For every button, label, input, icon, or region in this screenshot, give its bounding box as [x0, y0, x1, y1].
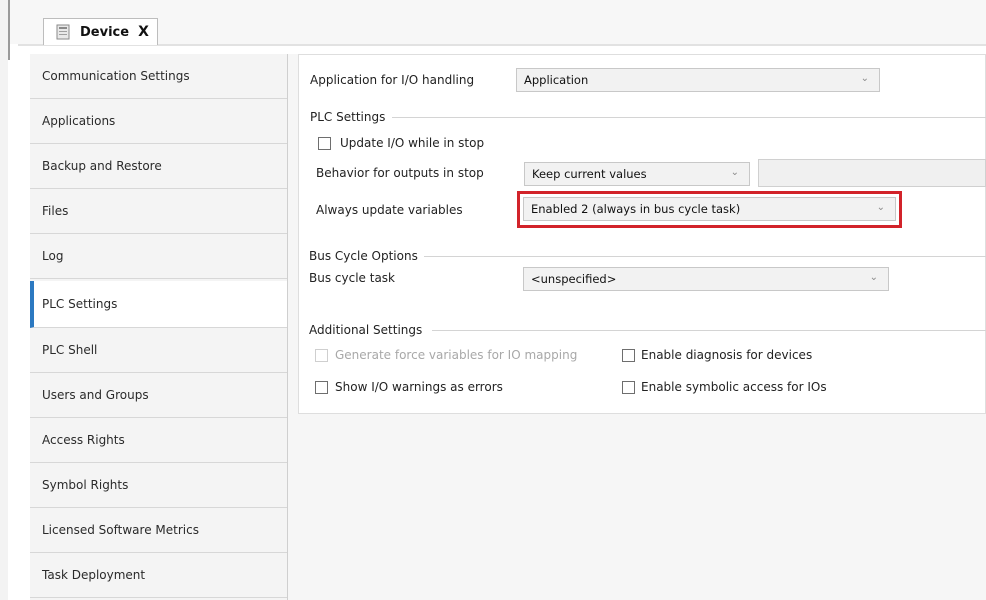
plc-settings-group-title: PLC Settings: [310, 110, 386, 124]
update-io-checkbox[interactable]: [318, 137, 331, 150]
nav-item-label: Licensed Software Metrics: [42, 523, 199, 537]
outputs-in-stop-dropdown[interactable]: Keep current values ⌄: [524, 162, 750, 186]
outputs-in-stop-label: Behavior for outputs in stop: [316, 166, 484, 180]
nav-item-label: Backup and Restore: [42, 159, 162, 173]
nav-item-applications[interactable]: Applications: [30, 99, 287, 144]
bus-cycle-task-label: Bus cycle task: [309, 271, 395, 285]
additional-group-line: [432, 330, 986, 331]
chevron-down-icon: ⌄: [869, 272, 878, 283]
nav-item-licensed-software-metrics[interactable]: Licensed Software Metrics: [30, 508, 287, 553]
io-warnings-label: Show I/O warnings as errors: [335, 380, 503, 394]
plc-settings-group-line: [392, 117, 986, 118]
chevron-down-icon: ⌄: [730, 167, 739, 178]
nav-item-backup-and-restore[interactable]: Backup and Restore: [30, 144, 287, 189]
force-vars-label: Generate force variables for IO mapping: [335, 348, 578, 362]
nav-item-label: Symbol Rights: [42, 478, 129, 492]
tab-device[interactable]: Device X: [43, 18, 158, 45]
bus-cycle-group-title: Bus Cycle Options: [309, 249, 418, 263]
nav-item-symbol-rights[interactable]: Symbol Rights: [30, 463, 287, 508]
nav-item-plc-shell[interactable]: PLC Shell: [30, 328, 287, 373]
nav-item-label: Users and Groups: [42, 388, 149, 402]
tab-close-icon[interactable]: X: [138, 24, 149, 40]
highlight-box: [517, 191, 902, 228]
bus-cycle-task-dropdown[interactable]: <unspecified> ⌄: [523, 267, 889, 291]
diagnosis-checkbox[interactable]: [622, 349, 635, 362]
symbolic-access-checkbox[interactable]: [622, 381, 635, 394]
nav-item-plc-settings[interactable]: PLC Settings: [30, 281, 287, 328]
nav-item-label: PLC Settings: [42, 297, 118, 311]
additional-group-title: Additional Settings: [309, 323, 423, 337]
diagnosis-label: Enable diagnosis for devices: [641, 348, 813, 362]
nav-item-task-deployment[interactable]: Task Deployment: [30, 553, 287, 598]
always-update-label: Always update variables: [316, 203, 463, 217]
nav-item-label: Log: [42, 249, 64, 263]
tab-bar-divider: [18, 44, 986, 46]
nav-item-log[interactable]: Log: [30, 234, 287, 279]
left-edge-strip: [0, 0, 8, 600]
io-warnings-checkbox[interactable]: [315, 381, 328, 394]
app-io-value: Application: [524, 73, 589, 87]
nav-item-label: Task Deployment: [42, 568, 146, 582]
nav-item-label: Communication Settings: [42, 69, 190, 83]
chevron-down-icon: ⌄: [860, 73, 869, 84]
tab-label: Device: [80, 24, 130, 40]
settings-nav: Communication Settings Applications Back…: [30, 54, 288, 600]
bus-cycle-group-line: [424, 256, 986, 257]
nav-item-files[interactable]: Files: [30, 189, 287, 234]
force-vars-checkbox[interactable]: [315, 349, 328, 362]
nav-item-users-and-groups[interactable]: Users and Groups: [30, 373, 287, 418]
outputs-extra-field: [758, 159, 986, 187]
nav-item-label: Applications: [42, 114, 116, 128]
bus-cycle-task-value: <unspecified>: [531, 272, 617, 286]
update-io-label: Update I/O while in stop: [340, 136, 485, 150]
nav-item-communication-settings[interactable]: Communication Settings: [30, 54, 287, 99]
app-io-label: Application for I/O handling: [310, 73, 475, 87]
symbolic-access-label: Enable symbolic access for IOs: [641, 380, 827, 394]
nav-item-label: Access Rights: [42, 433, 125, 447]
app-io-dropdown[interactable]: Application ⌄: [516, 68, 880, 92]
device-icon: [56, 24, 70, 40]
nav-item-label: Files: [42, 204, 69, 218]
nav-item-access-rights[interactable]: Access Rights: [30, 418, 287, 463]
outputs-in-stop-value: Keep current values: [532, 167, 647, 181]
nav-item-label: PLC Shell: [42, 343, 98, 357]
